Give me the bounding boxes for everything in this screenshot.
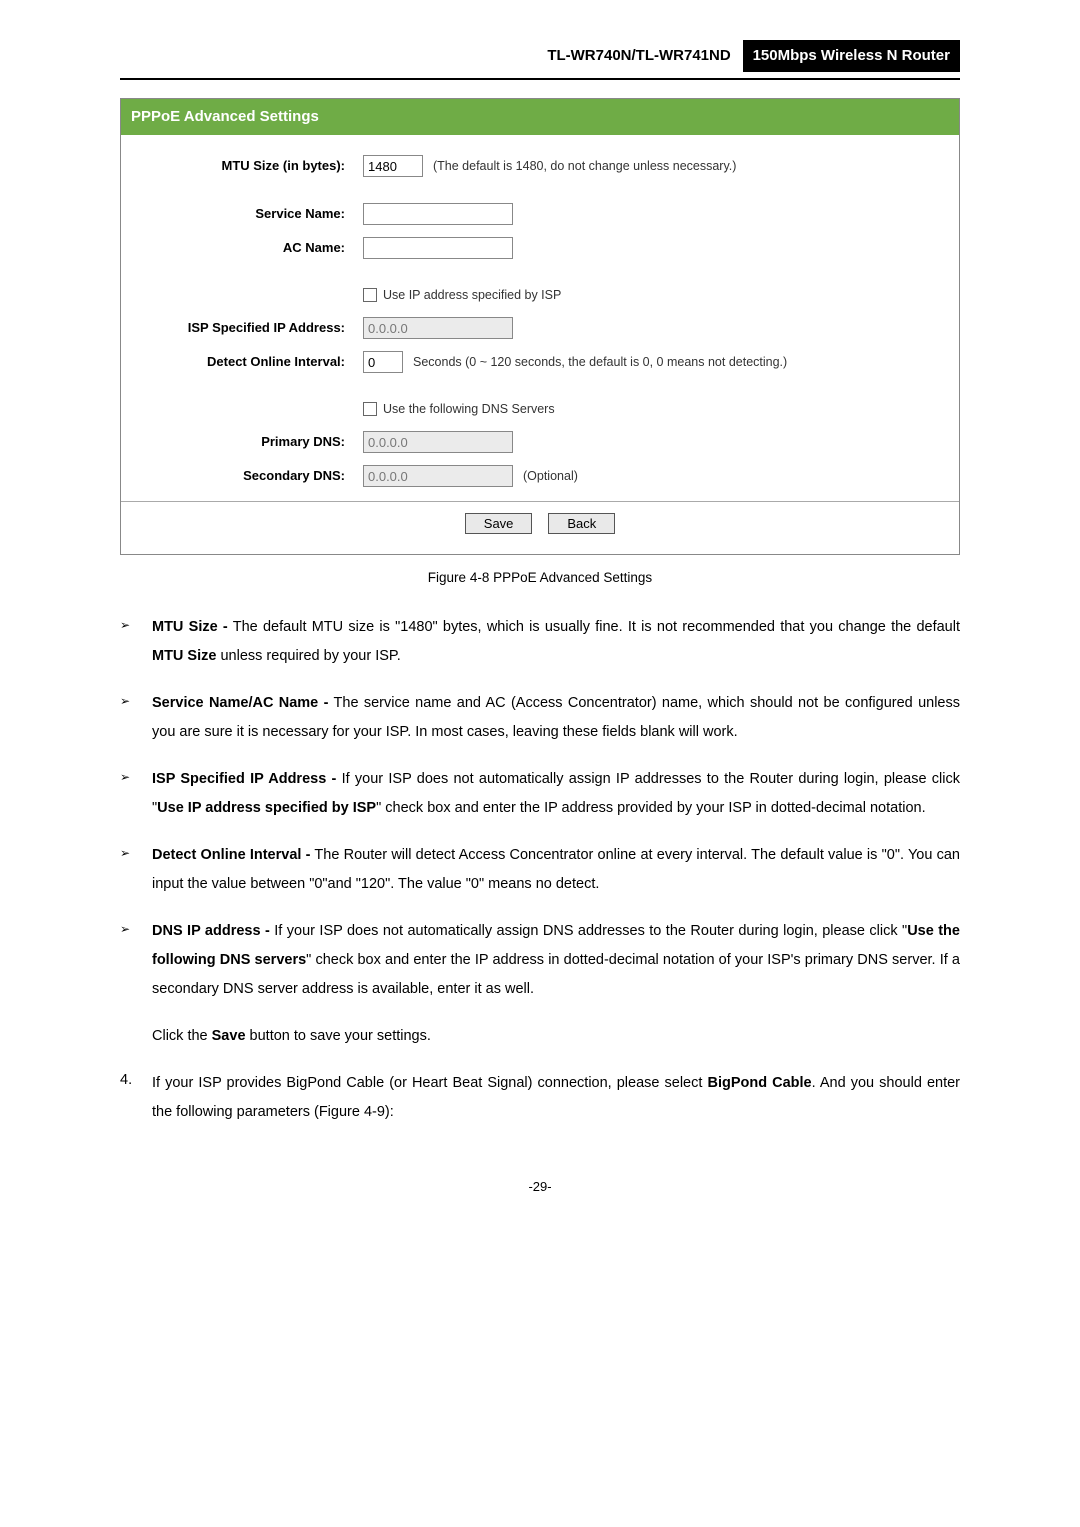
secondary-dns-optional: (Optional) — [523, 466, 578, 486]
mtu-input[interactable] — [363, 155, 423, 177]
isp-ip-input[interactable] — [363, 317, 513, 339]
ac-name-label: AC Name: — [133, 238, 363, 259]
num-marker: 4. — [120, 1069, 152, 1127]
detect-input[interactable] — [363, 351, 403, 373]
header-divider — [120, 78, 960, 80]
primary-dns-row: Primary DNS: — [121, 425, 959, 459]
primary-dns-label: Primary DNS: — [133, 432, 363, 453]
bullet-icon: ➢ — [120, 917, 152, 1004]
isp-ip-label: ISP Specified IP Address: — [133, 318, 363, 339]
detect-row: Detect Online Interval: Seconds (0 ~ 120… — [121, 345, 959, 379]
model-label: TL-WR740N/TL-WR741ND — [547, 47, 738, 64]
mtu-row: MTU Size (in bytes): (The default is 148… — [121, 149, 959, 183]
product-desc: 150Mbps Wireless N Router — [743, 40, 960, 72]
secondary-dns-row: Secondary DNS: (Optional) — [121, 459, 959, 493]
bullet-icon: ➢ — [120, 689, 152, 747]
service-name-row: Service Name: — [121, 197, 959, 231]
page-number: -29- — [120, 1177, 960, 1198]
dns-checkbox[interactable] — [363, 402, 377, 416]
ac-name-row: AC Name: — [121, 231, 959, 265]
isp-checkbox-label: Use IP address specified by ISP — [383, 285, 561, 305]
primary-dns-input[interactable] — [363, 431, 513, 453]
numbered-item-4: 4. If your ISP provides BigPond Cable (o… — [120, 1069, 960, 1127]
isp-ip-row: ISP Specified IP Address: — [121, 311, 959, 345]
secondary-dns-label: Secondary DNS: — [133, 466, 363, 487]
bullet-mtu: ➢ MTU Size - The default MTU size is "14… — [120, 613, 960, 671]
dns-checkbox-label: Use the following DNS Servers — [383, 399, 555, 419]
mtu-hint: (The default is 1480, do not change unle… — [433, 156, 736, 176]
bullet-icon: ➢ — [120, 765, 152, 823]
bullet-icon: ➢ — [120, 841, 152, 899]
isp-checkbox-row: Use IP address specified by ISP — [121, 279, 959, 311]
panel-body: MTU Size (in bytes): (The default is 148… — [121, 135, 959, 554]
save-paragraph: Click the Save button to save your setti… — [152, 1022, 960, 1051]
detect-label: Detect Online Interval: — [133, 352, 363, 373]
button-row: Save Back — [121, 501, 959, 540]
bullet-detect: ➢ Detect Online Interval - The Router wi… — [120, 841, 960, 899]
bullet-icon: ➢ — [120, 613, 152, 671]
pppoe-settings-panel: PPPoE Advanced Settings MTU Size (in byt… — [120, 98, 960, 555]
dns-checkbox-row: Use the following DNS Servers — [121, 393, 959, 425]
service-name-label: Service Name: — [133, 204, 363, 225]
service-name-input[interactable] — [363, 203, 513, 225]
page-header: TL-WR740N/TL-WR741ND 150Mbps Wireless N … — [120, 40, 960, 72]
back-button[interactable]: Back — [548, 513, 615, 534]
ac-name-input[interactable] — [363, 237, 513, 259]
figure-caption: Figure 4-8 PPPoE Advanced Settings — [120, 567, 960, 589]
isp-checkbox[interactable] — [363, 288, 377, 302]
save-button[interactable]: Save — [465, 513, 533, 534]
secondary-dns-input[interactable] — [363, 465, 513, 487]
bullet-dns: ➢ DNS IP address - If your ISP does not … — [120, 917, 960, 1004]
bullet-isp-ip: ➢ ISP Specified IP Address - If your ISP… — [120, 765, 960, 823]
bullet-service-name: ➢ Service Name/AC Name - The service nam… — [120, 689, 960, 747]
panel-title: PPPoE Advanced Settings — [121, 99, 959, 135]
detect-hint: Seconds (0 ~ 120 seconds, the default is… — [413, 352, 787, 372]
mtu-label: MTU Size (in bytes): — [133, 156, 363, 177]
bullet-list: ➢ MTU Size - The default MTU size is "14… — [120, 613, 960, 1004]
